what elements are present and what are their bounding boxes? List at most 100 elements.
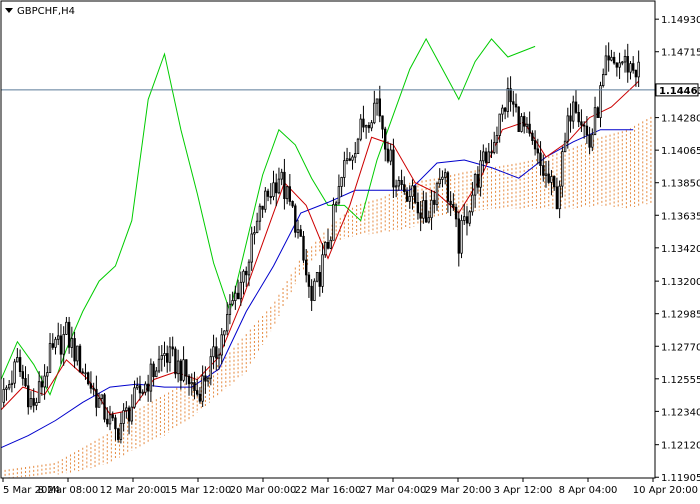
candle-bear [67,321,71,348]
candle-bull [479,160,482,188]
candle-bull [250,233,253,263]
candle-bull [100,394,104,399]
candle-bull [602,74,605,87]
candle-bull [144,383,147,393]
candle-bull [324,241,327,256]
candle-bear [523,116,526,127]
candle-bear [73,338,76,362]
candle-bull [217,354,221,359]
candle-bull [48,343,52,374]
candle-bull [70,338,74,348]
current-price-label: 1.14463 [659,86,700,97]
candle-bear [117,428,120,440]
candle-bear [476,173,480,188]
candle-bear [555,186,559,210]
candle-bear [261,205,264,210]
candle-bull [54,338,57,348]
y-tick-label: 1.14280 [661,114,700,125]
candle-bull [209,356,213,379]
candle-bear [490,151,493,154]
candle-bull [520,116,523,132]
candle-bear [634,69,638,78]
candle-bear [577,112,580,123]
candle-bull [255,220,259,233]
candle-bull [212,346,215,358]
candle-bull [119,423,123,440]
candle-bear [553,176,556,188]
chart-window[interactable]: 1.14463 1.14930 1.14715 1.14280 1.14065 1.13… [0,0,700,500]
candle-bear [632,63,635,71]
candle-bear [215,346,218,359]
candle-bull [443,172,447,178]
candle-bull [10,382,14,385]
x-tick-label: 12 Mar 20:00 [100,485,167,496]
candle-bear [582,124,586,127]
x-tick-label: 27 Mar 04:00 [360,485,427,496]
candle-bear [381,115,384,130]
candle-bear [171,346,174,350]
candle-bear [103,394,106,420]
y-tick-label: 1.12985 [661,310,700,321]
candle-bull [422,200,425,219]
candle-bear [539,152,542,167]
candle-bear [59,335,63,355]
candle-bear [236,292,240,300]
candle-bull [130,406,134,422]
candle-bull [340,176,343,187]
candle-bull [375,98,379,104]
candle-bear [95,388,98,408]
candle-bull [337,186,341,204]
candle-bull [206,377,210,382]
x-tick-label: 3 Apr 12:00 [494,485,553,496]
candle-bull [155,370,158,377]
candle-bear [138,385,142,394]
candle-bull [462,216,466,221]
candle-bear [310,285,313,301]
candle-bull [280,171,283,180]
candle-bull [277,178,281,194]
candle-bull [332,204,335,241]
candle-bull [258,205,262,222]
candle-bear [531,132,534,141]
candle-bull [525,123,529,127]
candle-bull [364,125,368,128]
candle-bull [108,414,112,425]
candle-bear [269,196,273,198]
candle-bear [465,216,469,224]
candle-bear [294,205,297,233]
candle-bull [247,261,251,276]
candle-bull [544,173,548,176]
candle-bear [405,191,409,202]
candle-bear [509,88,512,103]
candle-bull [220,334,223,356]
y-tick-label: 1.13420 [661,244,700,255]
chart-canvas[interactable]: 1.14463 1.14930 1.14715 1.14280 1.14065 1.13… [0,0,700,500]
candle-bear [383,128,387,150]
candle-bull [334,202,338,205]
x-tick-label: 29 Mar 20:00 [425,485,492,496]
candle-bull [62,333,65,355]
candle-bull [394,185,398,188]
candle-bull [46,372,49,377]
candle-bull [65,321,68,335]
candle-bear [596,107,600,118]
y-tick-label: 1.14065 [661,146,700,157]
candle-bear [299,229,302,237]
candle-bear [484,151,488,163]
candle-bear [307,274,311,287]
y-tick-label: 1.12555 [661,375,700,386]
candle-bull [637,61,640,78]
candle-bull [122,410,125,424]
candle-bear [457,218,461,254]
y-tick-label: 1.12340 [661,407,700,418]
candle-bull [468,211,471,224]
candle-bear [26,385,30,408]
candle-bear [574,101,578,113]
candle-bear [400,179,403,185]
candle-bear [127,407,131,422]
candle-bull [13,361,16,384]
candle-bull [37,381,41,403]
candle-bear [512,101,515,105]
candle-bull [629,63,632,73]
y-tick-label: 1.13635 [661,211,700,222]
